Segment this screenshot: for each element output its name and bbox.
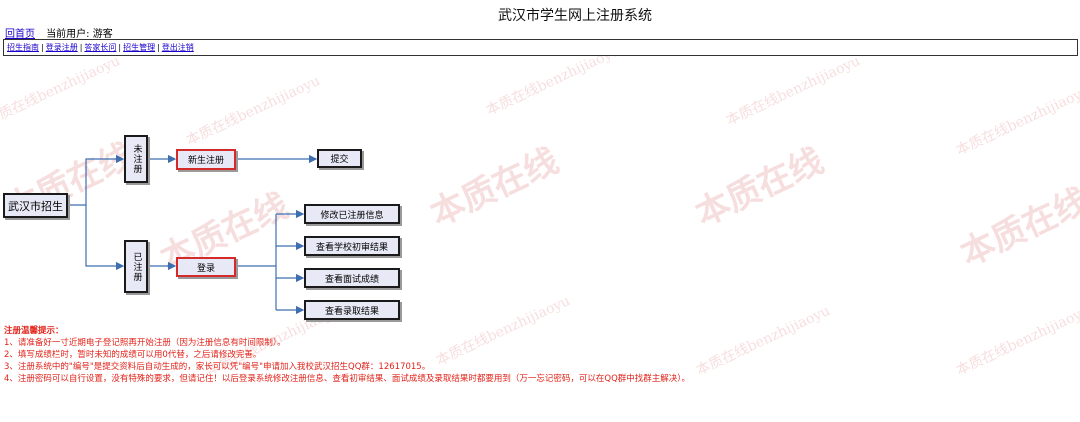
note-line: 3、注册系统中的"编号"是提交资料后自动生成的，家长可以凭"编号"申请加入我校武…	[4, 362, 431, 372]
new-registration-button[interactable]: 新生注册	[176, 149, 236, 170]
view-review-result-button[interactable]: 查看学校初审结果	[304, 236, 400, 256]
note-line: 1、请准备好一寸近期电子登记照再开始注册（因为注册信息有时间限制）。	[4, 338, 286, 348]
registration-notes: 注册温馨提示： 1、请准备好一寸近期电子登记照再开始注册（因为注册信息有时间限制…	[4, 325, 690, 385]
connector-root-unregistered	[68, 154, 125, 206]
note-line: 2、填写成绩栏时，暂时未知的成绩可以用0代替，之后请修改完善。	[4, 350, 262, 360]
view-admission-result-button[interactable]: 查看录取结果	[304, 300, 400, 320]
flow-root-box: 武汉市招生	[3, 193, 68, 218]
login-button[interactable]: 登录	[176, 257, 236, 277]
notes-heading: 注册温馨提示：	[4, 326, 64, 336]
view-interview-score-button[interactable]: 查看面试成绩	[304, 268, 400, 288]
connector-root-registered	[85, 205, 125, 271]
submit-button[interactable]: 提交	[317, 149, 362, 168]
note-line: 4、注册密码可以自行设置，没有特殊的要求，但请记住！以后登录系统修改注册信息、查…	[4, 374, 691, 384]
flow-registered-box: 已注册	[124, 240, 148, 293]
edit-registration-button[interactable]: 修改已注册信息	[304, 204, 400, 224]
flow-unregistered-box: 未注册	[124, 135, 148, 183]
